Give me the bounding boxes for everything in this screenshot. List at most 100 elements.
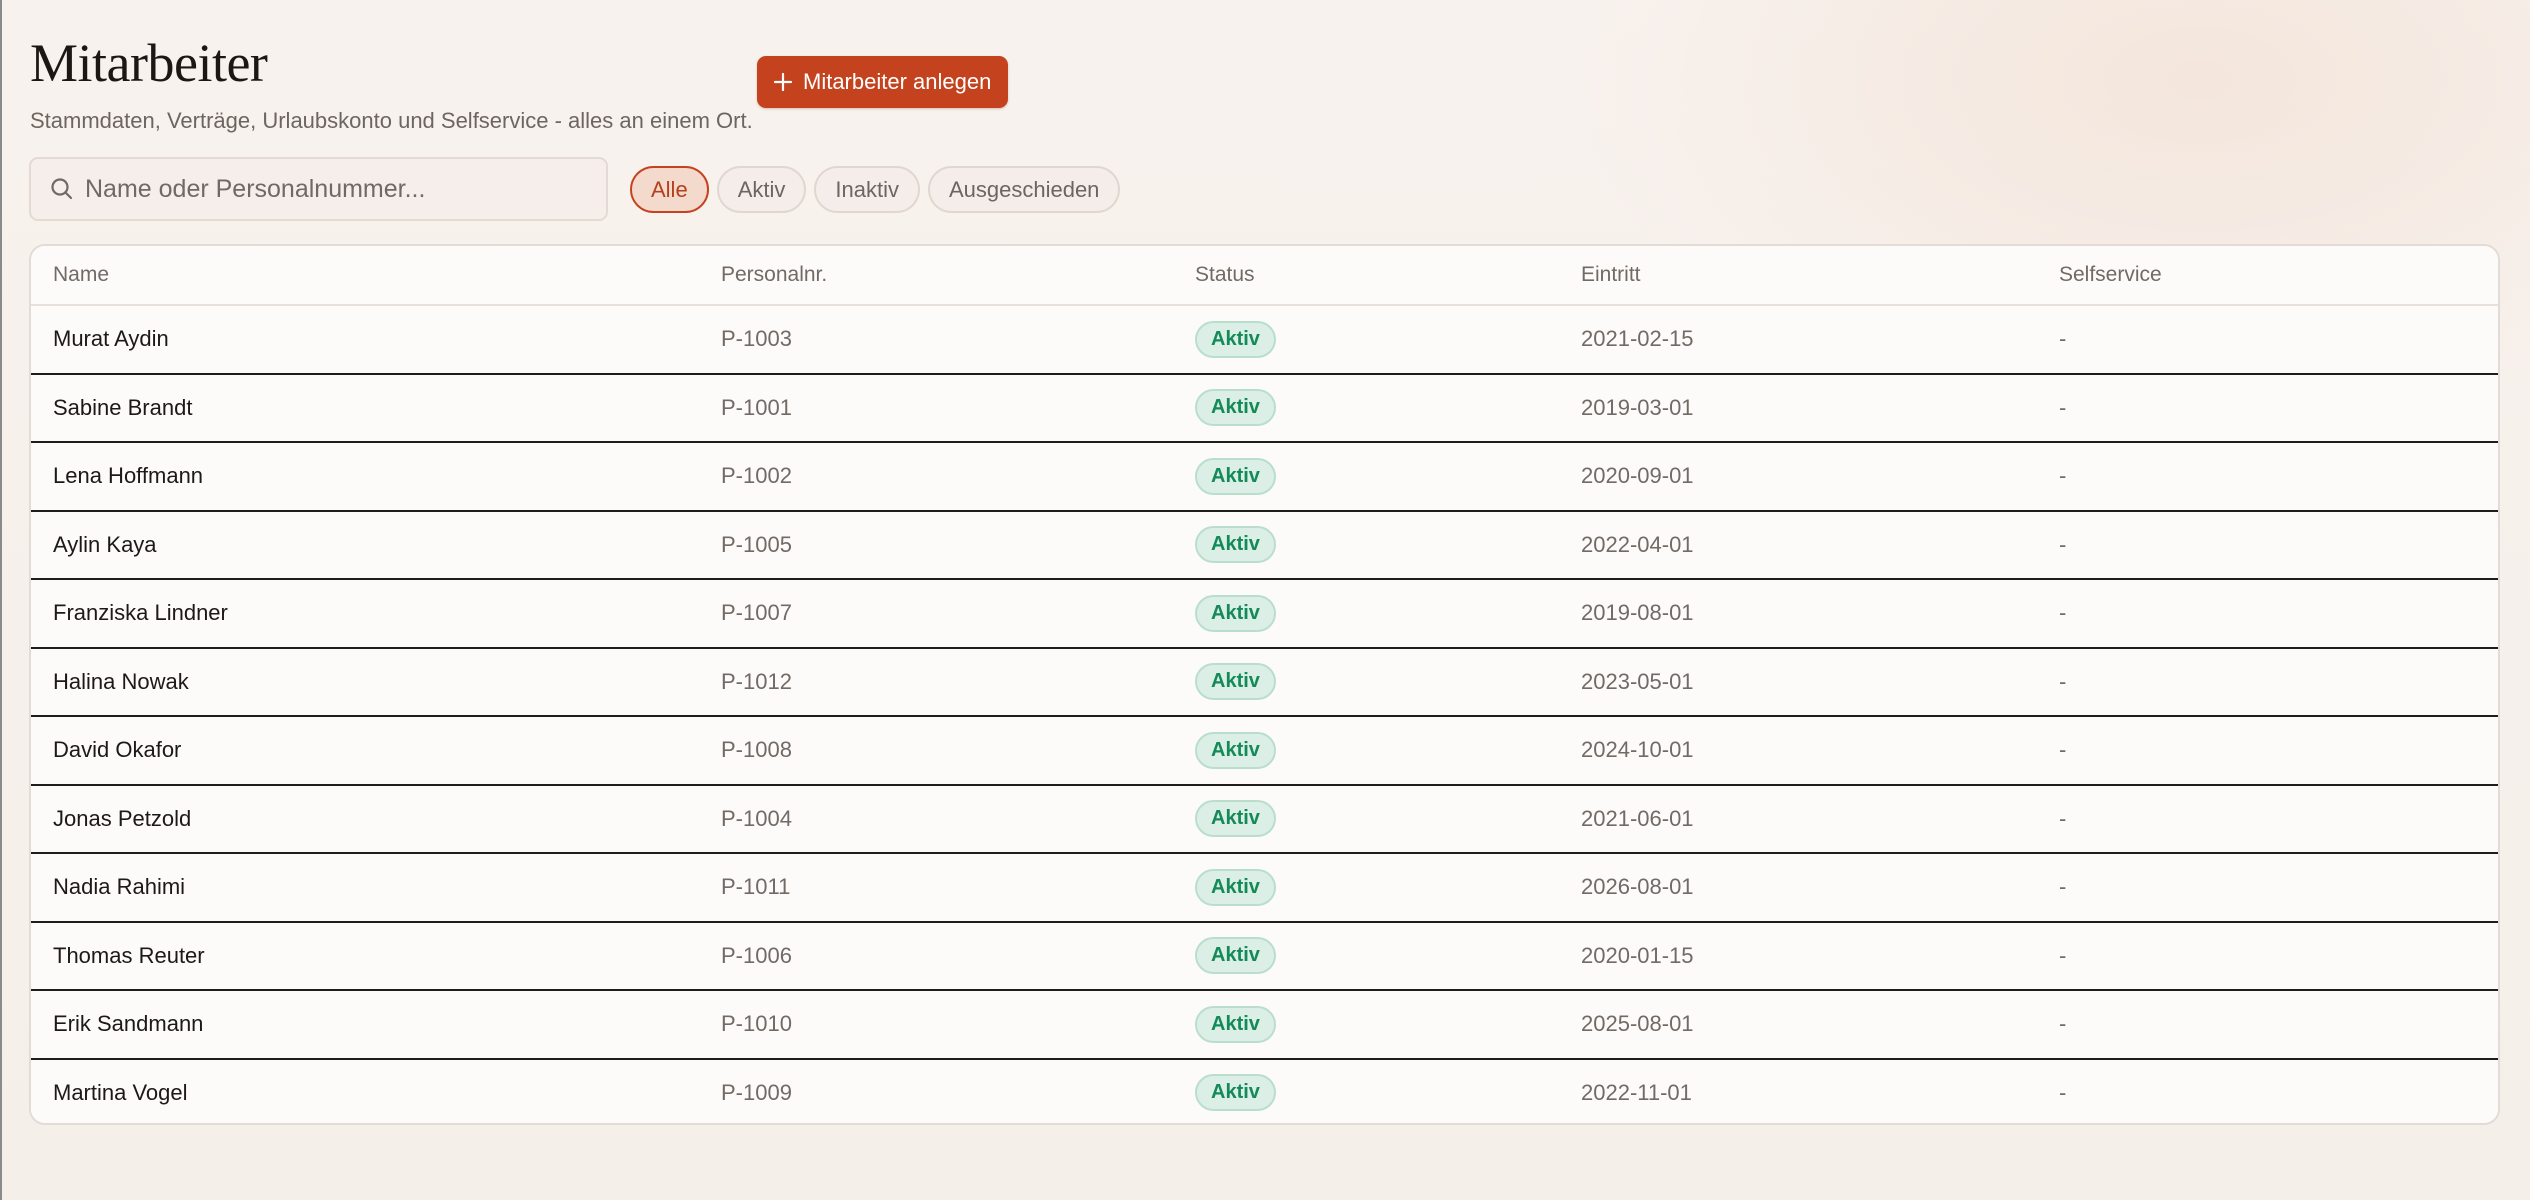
entry-date: 2023-05-01 — [1581, 668, 1694, 694]
filter-chip-inaktiv[interactable]: Inaktiv — [814, 166, 920, 213]
status-cell: Aktiv — [1195, 717, 1276, 784]
table-row[interactable]: Thomas Reuter P-1006 Aktiv 2020-01-15 - — [31, 922, 2498, 991]
employee-table: Name Personalnr. Status Eintritt Selfser… — [29, 244, 2500, 1125]
table-row[interactable]: Sabine Brandt P-1001 Aktiv 2019-03-01 - — [31, 374, 2498, 443]
employee-name: Martina Vogel — [53, 1079, 188, 1105]
entry-date: 2021-02-15 — [1581, 326, 1694, 352]
employee-name: Sabine Brandt — [53, 394, 193, 420]
table-row[interactable]: Lena Hoffmann P-1002 Aktiv 2020-09-01 - — [31, 443, 2498, 512]
filter-chip-aktiv[interactable]: Aktiv — [716, 166, 807, 213]
entry-date: 2020-01-15 — [1581, 942, 1694, 968]
status-cell: Aktiv — [1195, 786, 1276, 853]
table-row[interactable]: Martina Vogel P-1009 Aktiv 2022-11-01 - — [31, 1059, 2498, 1124]
employee-name: Franziska Lindner — [53, 600, 228, 626]
filter-chip-ausgeschieden[interactable]: Ausgeschieden — [927, 166, 1121, 213]
entry-date: 2026-08-01 — [1581, 874, 1694, 900]
selfservice-value: - — [2059, 394, 2067, 420]
employee-number: P-1005 — [721, 531, 792, 557]
table-row[interactable]: Murat Aydin P-1003 Aktiv 2021-02-15 - — [31, 306, 2498, 375]
status-badge: Aktiv — [1195, 868, 1276, 906]
page-title: Mitarbeiter — [30, 33, 268, 93]
status-cell: Aktiv — [1195, 991, 1276, 1058]
column-header-personalnr[interactable]: Personalnr. — [721, 263, 827, 287]
status-cell: Aktiv — [1195, 375, 1276, 442]
page-subtitle: Stammdaten, Verträge, Urlaubskonto und S… — [30, 108, 753, 133]
selfservice-value: - — [2059, 737, 2067, 763]
entry-date: 2019-08-01 — [1581, 600, 1694, 626]
status-badge: Aktiv — [1195, 320, 1276, 358]
employee-name: Lena Hoffmann — [53, 463, 204, 489]
employee-name: Aylin Kaya — [53, 531, 157, 557]
employee-number: P-1010 — [721, 1011, 792, 1037]
selfservice-value: - — [2059, 326, 2067, 352]
status-cell: Aktiv — [1195, 1060, 1276, 1124]
status-badge: Aktiv — [1195, 594, 1276, 632]
entry-date: 2021-06-01 — [1581, 805, 1694, 831]
selfservice-value: - — [2059, 668, 2067, 694]
employee-name: Halina Nowak — [53, 668, 189, 694]
search-input[interactable] — [85, 174, 565, 204]
table-row[interactable]: David Okafor P-1008 Aktiv 2024-10-01 - — [31, 717, 2498, 786]
selfservice-value: - — [2059, 1011, 2067, 1037]
entry-date: 2019-03-01 — [1581, 394, 1694, 420]
status-cell: Aktiv — [1195, 512, 1276, 579]
status-cell: Aktiv — [1195, 306, 1276, 373]
search-icon — [49, 176, 75, 202]
table-header: Name Personalnr. Status Eintritt Selfser… — [31, 246, 2498, 306]
column-header-selfservice[interactable]: Selfservice — [2059, 263, 2162, 287]
table-row[interactable]: Franziska Lindner P-1007 Aktiv 2019-08-0… — [31, 580, 2498, 649]
window-edge — [0, 0, 2, 1200]
status-cell: Aktiv — [1195, 854, 1276, 921]
employee-number: P-1012 — [721, 668, 792, 694]
add-employee-button[interactable]: Mitarbeiter anlegen — [757, 56, 1009, 108]
status-badge: Aktiv — [1195, 663, 1276, 701]
employee-number: P-1007 — [721, 600, 792, 626]
selfservice-value: - — [2059, 805, 2067, 831]
employee-number: P-1008 — [721, 737, 792, 763]
selfservice-value: - — [2059, 463, 2067, 489]
table-row[interactable]: Erik Sandmann P-1010 Aktiv 2025-08-01 - — [31, 991, 2498, 1060]
status-badge: Aktiv — [1195, 457, 1276, 495]
employee-number: P-1004 — [721, 805, 792, 831]
add-employee-button-label: Mitarbeiter anlegen — [803, 69, 992, 94]
filter-chip-alle[interactable]: Alle — [630, 166, 709, 213]
employee-number: P-1006 — [721, 942, 792, 968]
status-cell: Aktiv — [1195, 580, 1276, 647]
status-cell: Aktiv — [1195, 923, 1276, 990]
table-row[interactable]: Halina Nowak P-1012 Aktiv 2023-05-01 - — [31, 648, 2498, 717]
table-row[interactable]: Jonas Petzold P-1004 Aktiv 2021-06-01 - — [31, 785, 2498, 854]
status-filter-group: Alle Aktiv Inaktiv Ausgeschieden — [630, 166, 1121, 213]
employee-number: P-1009 — [721, 1079, 792, 1105]
employee-name: David Okafor — [53, 737, 182, 763]
entry-date: 2022-04-01 — [1581, 531, 1694, 557]
employee-name: Thomas Reuter — [53, 942, 205, 968]
status-badge: Aktiv — [1195, 1005, 1276, 1043]
status-badge: Aktiv — [1195, 526, 1276, 564]
selfservice-value: - — [2059, 874, 2067, 900]
employee-name: Jonas Petzold — [53, 805, 192, 831]
entry-date: 2022-11-01 — [1581, 1079, 1692, 1105]
column-header-eintritt[interactable]: Eintritt — [1581, 263, 1641, 287]
plus-icon — [773, 72, 793, 92]
column-header-status[interactable]: Status — [1195, 263, 1255, 287]
status-cell: Aktiv — [1195, 443, 1276, 510]
selfservice-value: - — [2059, 531, 2067, 557]
employee-number: P-1011 — [721, 874, 791, 900]
selfservice-value: - — [2059, 942, 2067, 968]
employee-name: Erik Sandmann — [53, 1011, 204, 1037]
column-header-name[interactable]: Name — [53, 263, 109, 287]
employee-number: P-1003 — [721, 326, 792, 352]
table-row[interactable]: Aylin Kaya P-1005 Aktiv 2022-04-01 - — [31, 511, 2498, 580]
status-cell: Aktiv — [1195, 649, 1276, 716]
status-badge: Aktiv — [1195, 1074, 1276, 1112]
status-badge: Aktiv — [1195, 389, 1276, 427]
status-badge: Aktiv — [1195, 937, 1276, 975]
table-row[interactable]: Nadia Rahimi P-1011 Aktiv 2026-08-01 - — [31, 854, 2498, 923]
entry-date: 2020-09-01 — [1581, 463, 1694, 489]
search-field[interactable] — [29, 157, 608, 221]
employee-number: P-1002 — [721, 463, 792, 489]
selfservice-value: - — [2059, 600, 2067, 626]
employee-name: Nadia Rahimi — [53, 874, 186, 900]
selfservice-value: - — [2059, 1079, 2067, 1105]
status-badge: Aktiv — [1195, 731, 1276, 769]
